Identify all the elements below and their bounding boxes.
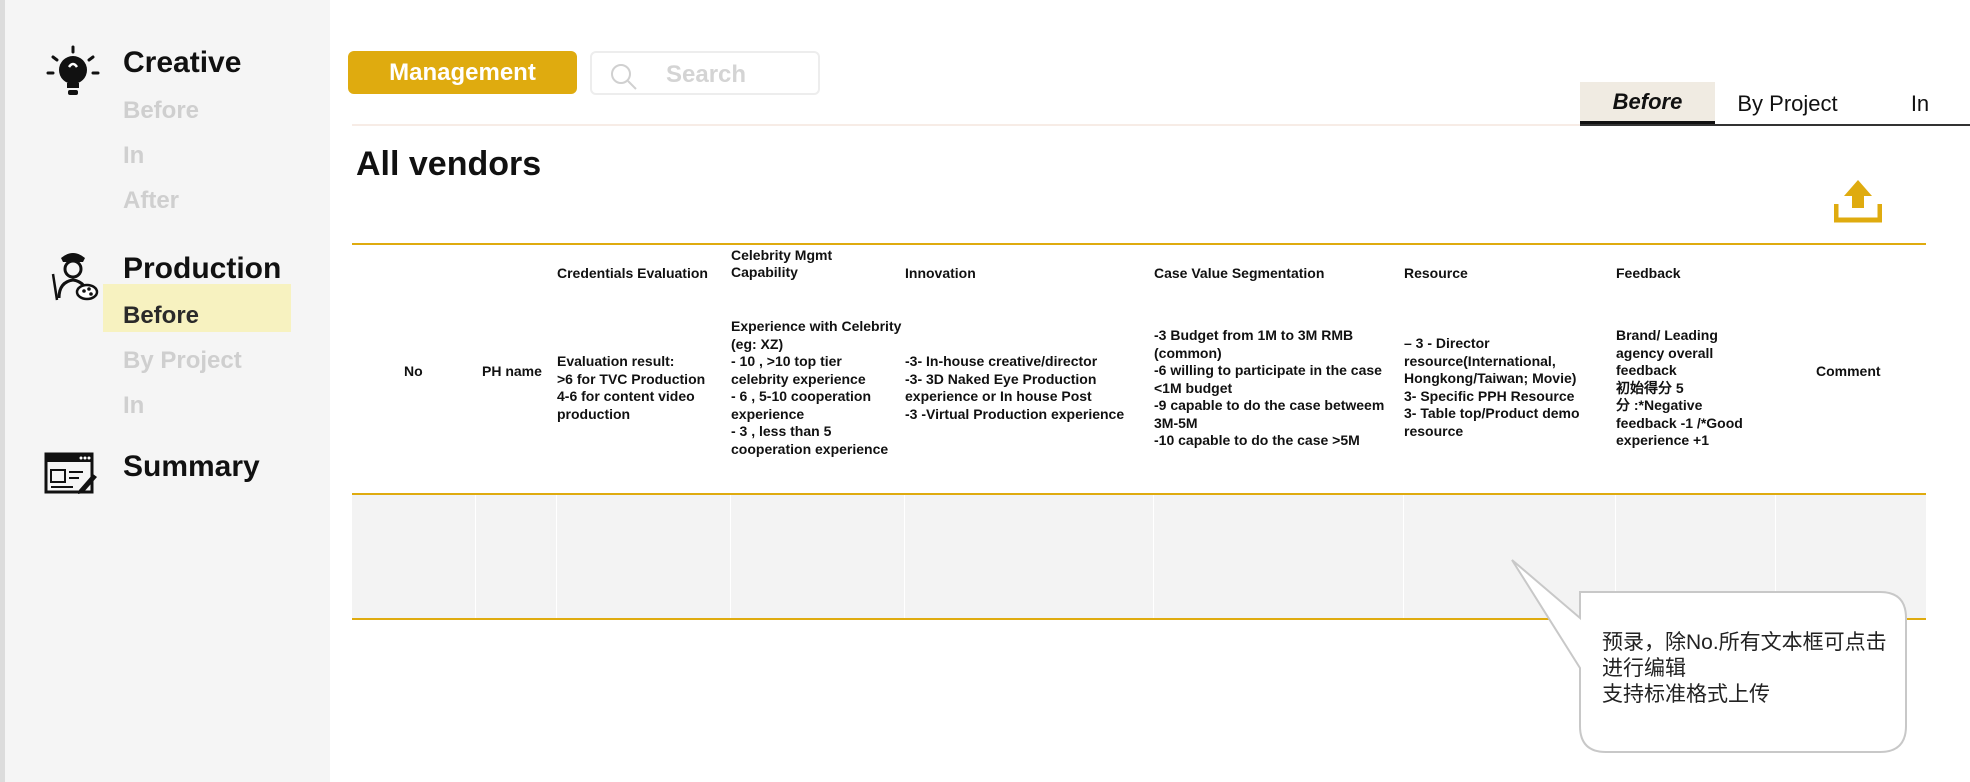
header-celebrity-desc: Experience with Celebrity (eg: XZ) - 10 …	[731, 318, 902, 457]
sidebar: Creative Before In After Production Befo…	[0, 0, 330, 782]
sidebar-item-creative-before[interactable]: Before	[123, 97, 199, 125]
management-button[interactable]: Management	[348, 51, 577, 94]
sidebar-item-creative-in[interactable]: In	[123, 142, 144, 170]
sidebar-item-production-in[interactable]: In	[123, 392, 144, 420]
header-credentials-title: Credentials Evaluation	[557, 265, 708, 281]
annotation-text: 预录，除No.所有文本框可点击进行编辑 支持标准格式上传	[1602, 631, 1887, 706]
tabs-underline	[1580, 124, 1970, 126]
upload-icon[interactable]	[1834, 178, 1882, 224]
header-resource-title: Resource	[1404, 265, 1468, 281]
tab-before[interactable]: Before	[1580, 82, 1715, 126]
header-feedback-title: Feedback	[1616, 265, 1681, 281]
summary-icon	[44, 452, 97, 494]
header-celebrity-title: Celebrity Mgmt Capability	[731, 247, 833, 280]
page-title: All vendors	[356, 145, 542, 183]
header-innovation-title: Innovation	[905, 265, 976, 281]
artist-icon	[51, 253, 99, 301]
search-input[interactable]: Search	[590, 51, 820, 95]
sidebar-section-creative[interactable]: Creative	[123, 46, 241, 80]
sidebar-item-creative-after[interactable]: After	[123, 187, 179, 215]
sidebar-section-production[interactable]: Production	[123, 252, 281, 286]
header-divider	[352, 124, 1580, 126]
header-comment: Comment	[1816, 363, 1881, 379]
header-innovation-desc: -3- In-house creative/director -3- 3D Na…	[905, 353, 1125, 422]
search-icon	[611, 64, 637, 90]
lightbulb-icon	[46, 45, 100, 95]
header-credentials-desc: Evaluation result: >6 for TVC Production…	[557, 353, 706, 422]
header-resource-desc: – 3 - Director resource(International, H…	[1404, 335, 1580, 439]
sidebar-section-summary[interactable]: Summary	[123, 450, 260, 484]
header-ph-name: PH name	[482, 363, 542, 379]
header-case-value-desc: -3 Budget from 1M to 3M RMB (common) -6 …	[1154, 327, 1385, 448]
header-feedback-desc: Brand/ Leading agency overall feedback 初…	[1616, 327, 1743, 448]
tab-in[interactable]: In	[1880, 82, 1960, 126]
search-placeholder: Search	[666, 61, 747, 88]
table-header-row: No PH name Credentials Evaluation Evalua…	[352, 245, 1926, 493]
header-case-value-title: Case Value Segmentation	[1154, 265, 1325, 281]
sidebar-item-production-by-project[interactable]: By Project	[123, 347, 242, 375]
tab-by-project[interactable]: By Project	[1715, 82, 1860, 126]
header-no: No	[404, 363, 423, 379]
sidebar-item-production-before[interactable]: Before	[123, 302, 199, 330]
